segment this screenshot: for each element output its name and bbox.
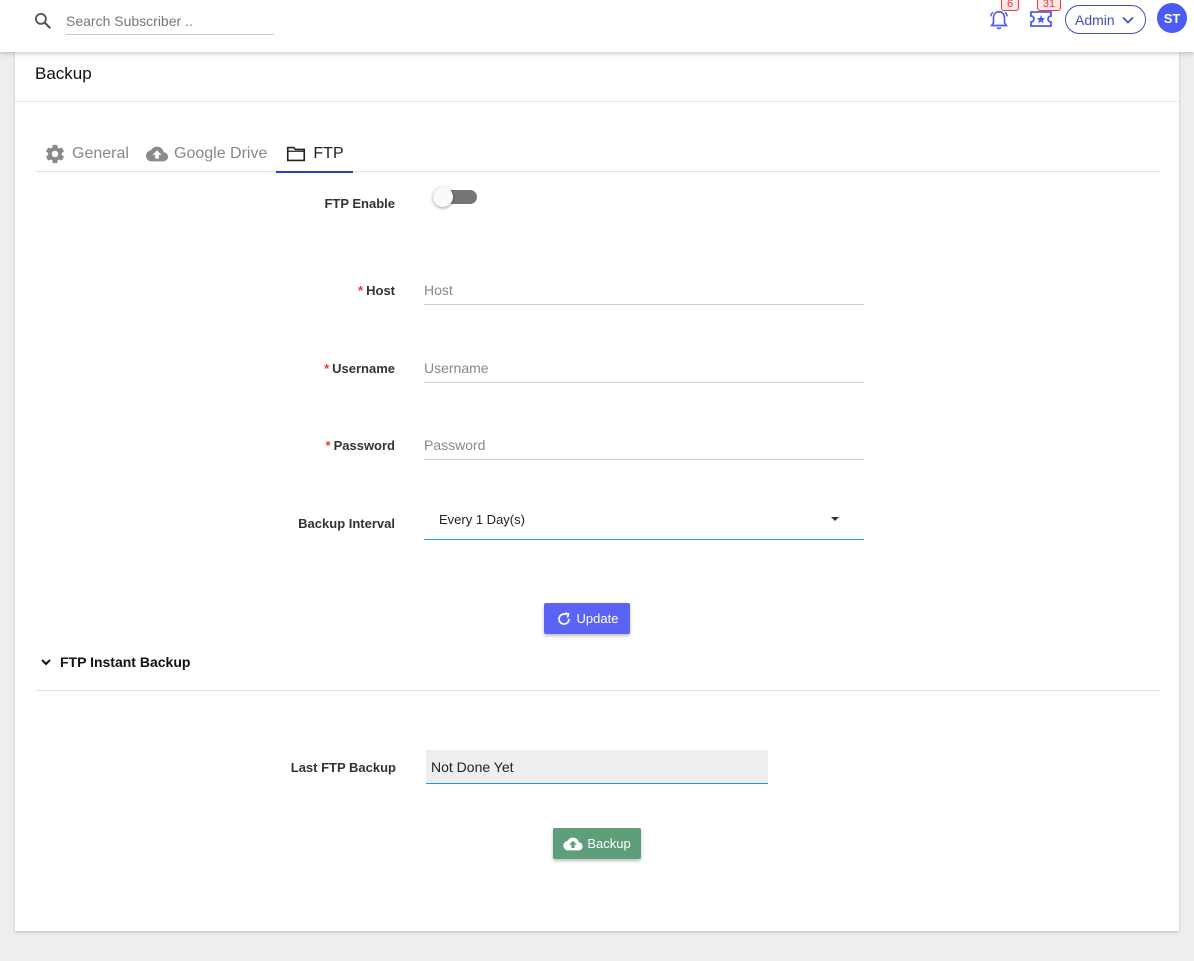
chevron-down-icon [41,659,51,666]
password-label: * Password [15,438,395,453]
refresh-icon [557,611,570,625]
backup-button-label: Backup [587,836,631,851]
bell-icon[interactable] [988,8,1010,32]
ftp-enable-label: FTP Enable [324,196,395,211]
search-icon[interactable] [33,11,53,31]
cloud-upload-icon [563,837,583,850]
tickets-count-badge: 31 [1037,0,1061,11]
divider [35,690,1160,691]
last-ftp-backup-label: Last FTP Backup [290,760,396,775]
section-title: FTP Instant Backup [60,654,191,670]
username-label-text: Username [332,361,395,376]
host-label: * Host [15,283,395,298]
page-title: Backup [35,64,92,83]
admin-menu-label: Admin [1075,11,1115,28]
last-ftp-backup-value: Not Done Yet [431,758,514,775]
dropdown-caret-icon [831,517,839,521]
gear-icon [46,144,64,164]
tab-google-drive[interactable]: Google Drive [146,136,267,172]
tab-ftp[interactable]: FTP [276,136,353,173]
backup-interval-label: Backup Interval [298,516,395,531]
divider [15,101,1179,102]
admin-menu-button[interactable]: Admin [1065,5,1146,34]
tab-ftp-label: FTP [313,145,344,162]
backup-button[interactable]: Backup [553,828,641,859]
chevron-down-icon [1122,16,1134,24]
search-subscriber-input[interactable] [66,8,274,35]
toggle-knob [433,187,453,207]
tab-google-drive-label: Google Drive [174,145,268,162]
update-button[interactable]: Update [544,603,630,634]
tab-general[interactable]: General [44,136,129,172]
password-input[interactable] [424,430,864,460]
backup-interval-select[interactable]: Every 1 Day(s) [424,500,864,540]
backup-tabs: General Google Drive FTP [35,136,1160,173]
folder-icon [287,146,306,162]
ticket-icon[interactable] [1029,8,1053,30]
required-mark: * [358,283,364,298]
host-label-text: Host [366,283,395,298]
ftp-enable-toggle[interactable] [433,187,479,209]
backup-card: Backup General Google Drive FTP FTP Enab… [15,52,1179,931]
password-label-text: Password [333,438,395,453]
host-input[interactable] [424,275,864,305]
update-button-label: Update [576,611,619,626]
cloud-upload-icon [146,146,168,162]
ftp-instant-backup-toggle[interactable]: FTP Instant Backup [39,654,190,670]
tab-general-label: General [72,145,129,162]
required-mark: * [325,438,331,453]
top-bar: 6 31 Admin ST [0,0,1194,52]
backup-interval-value: Every 1 Day(s) [439,512,525,527]
notifications-count-badge: 6 [1001,0,1019,11]
avatar[interactable]: ST [1157,3,1187,33]
username-label: * Username [15,361,395,376]
required-mark: * [324,361,330,376]
username-input[interactable] [424,353,864,383]
last-ftp-backup-field: Not Done Yet [426,750,768,784]
